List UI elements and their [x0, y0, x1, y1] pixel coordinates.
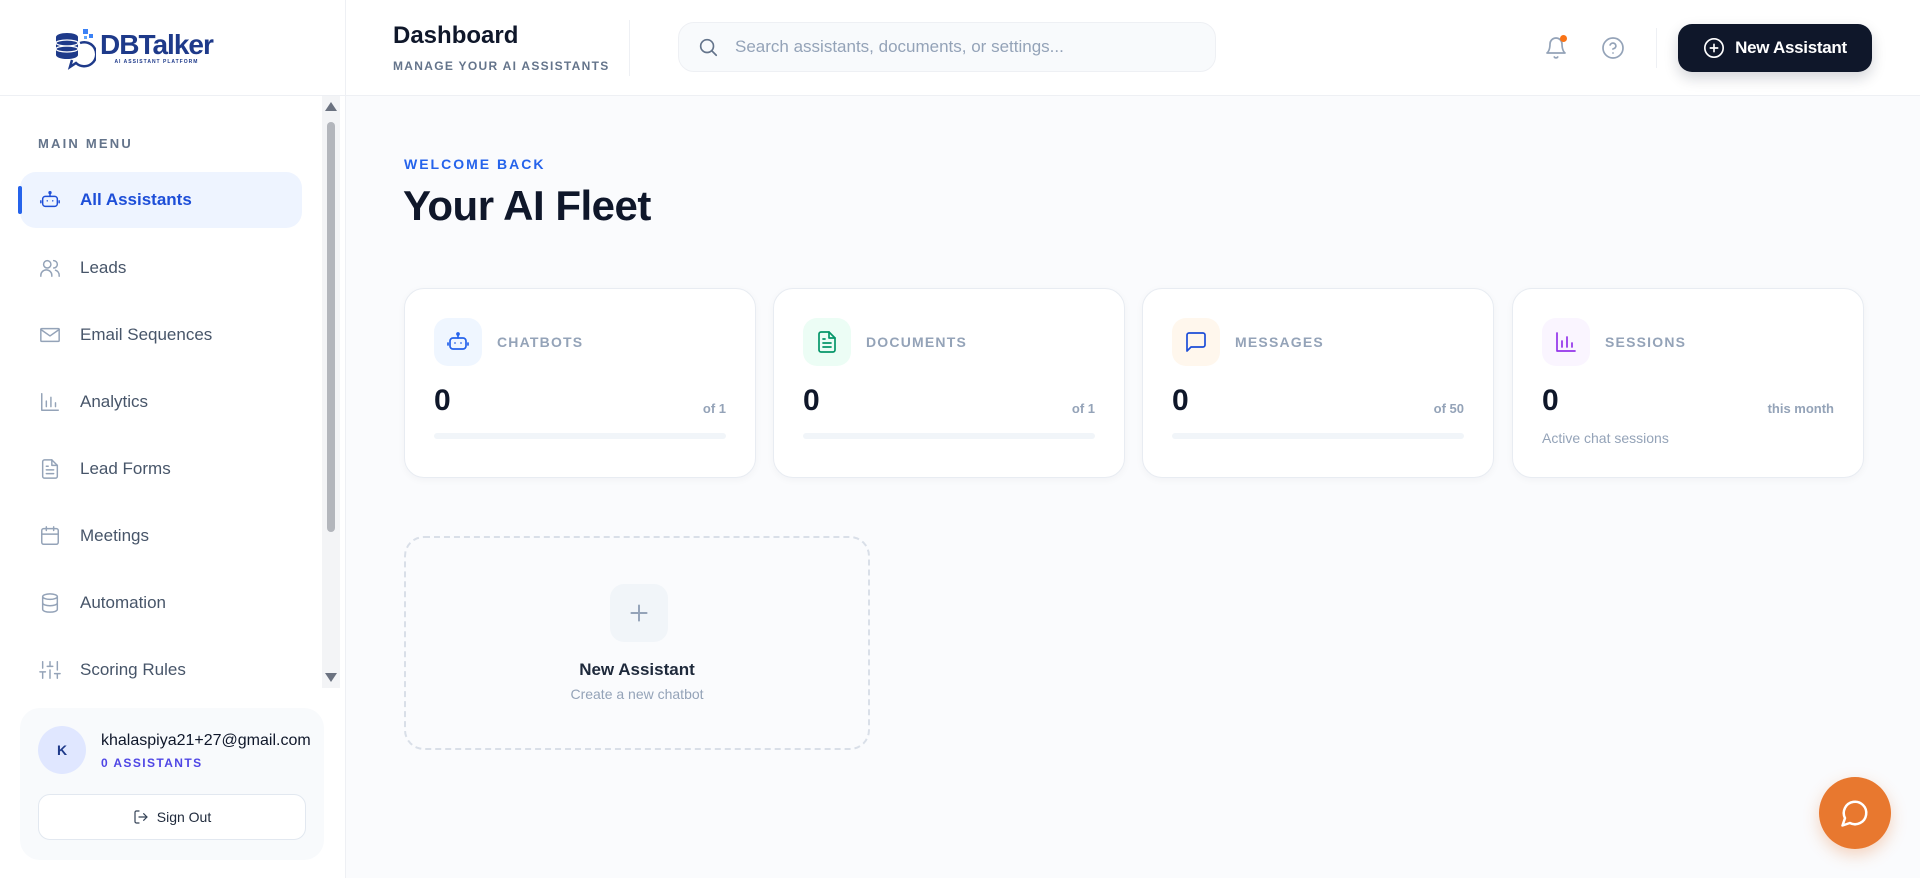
scroll-thumb[interactable]	[327, 122, 335, 532]
sidebar-item-leads[interactable]: Leads	[20, 240, 302, 296]
logo-text: DBTalker	[100, 28, 214, 60]
plus-icon	[610, 584, 668, 642]
sidebar-item-all-assistants[interactable]: All Assistants	[18, 172, 302, 228]
stat-max: of 1	[1071, 401, 1095, 416]
stat-label: MESSAGES	[1235, 334, 1324, 350]
new-card-subtitle: Create a new chatbot	[570, 686, 704, 702]
sidebar: DBTalker AI ASSISTANT PLATFORM MAIN MENU…	[0, 0, 346, 878]
sign-out-label: Sign Out	[156, 809, 212, 825]
top-header: Dashboard MANAGE YOUR AI ASSISTANTS New …	[346, 0, 1920, 96]
user-card: K khalaspiya21+27@gmail.com 0 ASSISTANTS…	[20, 708, 324, 860]
stat-card-messages: MESSAGES 0 of 50	[1142, 288, 1494, 478]
sidebar-item-label: Automation	[80, 593, 166, 612]
sidebar-item-lead-forms[interactable]: Lead Forms	[20, 441, 302, 497]
stat-max: of 1	[702, 401, 726, 416]
sidebar-item-label: Lead Forms	[80, 459, 171, 478]
stat-value: 0	[434, 384, 451, 417]
database-icon	[38, 591, 62, 615]
sidebar-item-label: All Assistants	[80, 190, 192, 209]
logout-icon	[134, 810, 148, 824]
bar-chart-icon	[1542, 318, 1590, 366]
sidebar-item-label: Scoring Rules	[80, 660, 186, 679]
mail-icon	[38, 323, 62, 347]
page-subtitle: MANAGE YOUR AI ASSISTANTS	[393, 59, 610, 73]
stat-max: this month	[1767, 401, 1834, 416]
sidebar-item-label: Meetings	[80, 526, 149, 545]
stat-note: Active chat sessions	[1542, 430, 1669, 446]
stat-label: DOCUMENTS	[866, 334, 968, 350]
plus-circle-icon	[1704, 38, 1725, 58]
sidebar-item-analytics[interactable]: Analytics	[20, 374, 302, 430]
sidebar-item-label: Email Sequences	[80, 325, 213, 344]
notification-dot	[1560, 35, 1567, 42]
sidebar-item-automation[interactable]: Automation	[20, 575, 302, 631]
search-bar[interactable]	[678, 22, 1216, 72]
logo-area: DBTalker AI ASSISTANT PLATFORM	[0, 0, 345, 96]
help-circle-icon	[1602, 37, 1624, 59]
sidebar-item-email-sequences[interactable]: Email Sequences	[20, 307, 302, 363]
file-text-icon	[803, 318, 851, 366]
sidebar-item-label: Analytics	[80, 392, 149, 411]
search-icon	[699, 38, 718, 57]
message-square-icon	[1172, 318, 1220, 366]
sidebar-item-label: Leads	[80, 258, 127, 277]
sidebar-item-scoring-rules[interactable]: Scoring Rules	[20, 642, 302, 698]
sign-out-button[interactable]: Sign Out	[38, 794, 306, 840]
robot-icon	[434, 318, 482, 366]
sidebar-item-meetings[interactable]: Meetings	[20, 508, 302, 564]
scroll-up-arrow-icon[interactable]	[325, 102, 337, 111]
header-divider	[629, 20, 630, 76]
stat-label: CHATBOTS	[497, 334, 584, 350]
chat-bubble-icon	[1841, 800, 1868, 827]
stat-value: 0	[803, 384, 820, 417]
menu-scroll-area: MAIN MENU All Assistants Leads Email Seq…	[0, 96, 346, 688]
stat-card-documents: DOCUMENTS 0 of 1	[773, 288, 1125, 478]
stat-card-chatbots: CHATBOTS 0 of 1	[404, 288, 756, 478]
user-email: khalaspiya21+27@gmail.com	[101, 732, 311, 749]
user-assistant-count: 0 ASSISTANTS	[101, 756, 203, 770]
fleet-title: Your AI Fleet	[403, 182, 651, 229]
search-input[interactable]	[735, 37, 1195, 57]
new-assistant-button[interactable]: New Assistant	[1678, 24, 1872, 72]
sidebar-scrollbar[interactable]	[322, 96, 340, 688]
welcome-label: WELCOME BACK	[404, 156, 546, 172]
stat-progress-bar	[1172, 433, 1464, 439]
stat-progress-bar	[803, 433, 1095, 439]
stat-value: 0	[1172, 384, 1189, 417]
scroll-down-arrow-icon[interactable]	[325, 673, 337, 682]
document-icon	[38, 457, 62, 481]
stat-progress-bar	[434, 433, 726, 439]
main-menu-label: MAIN MENU	[38, 136, 133, 151]
stat-max: of 50	[1433, 401, 1464, 416]
logo[interactable]: DBTalker AI ASSISTANT PLATFORM	[50, 25, 214, 71]
new-card-title: New Assistant	[579, 660, 695, 679]
calendar-icon	[38, 524, 62, 548]
logo-subtitle: AI ASSISTANT PLATFORM	[114, 58, 199, 65]
stat-card-sessions: SESSIONS 0 this month Active chat sessio…	[1512, 288, 1864, 478]
header-divider	[1656, 28, 1657, 68]
robot-icon	[38, 188, 62, 212]
stat-value: 0	[1542, 384, 1559, 417]
stat-label: SESSIONS	[1605, 334, 1687, 350]
logo-mark-icon	[50, 25, 98, 71]
page-title: Dashboard	[393, 22, 519, 49]
new-assistant-card[interactable]: New Assistant Create a new chatbot	[404, 536, 870, 750]
notifications-button[interactable]	[1542, 34, 1570, 62]
bar-chart-icon	[38, 390, 62, 414]
sliders-icon	[38, 658, 62, 682]
new-assistant-label: New Assistant	[1735, 38, 1847, 57]
chat-widget-button[interactable]	[1819, 777, 1891, 849]
help-button[interactable]	[1599, 34, 1627, 62]
avatar: K	[38, 726, 86, 774]
users-icon	[38, 256, 62, 280]
